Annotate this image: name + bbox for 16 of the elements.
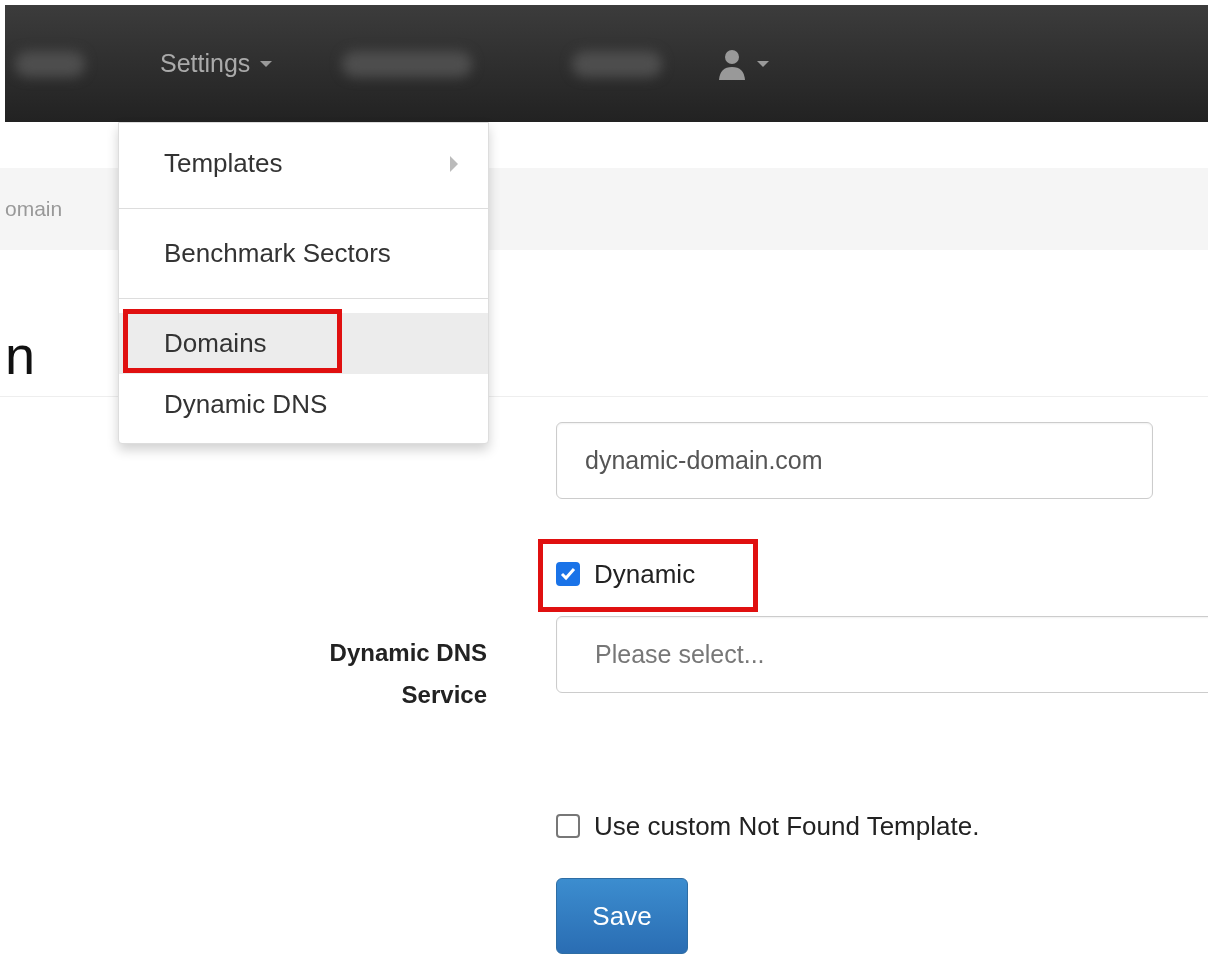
field-label: Dynamic DNS Service <box>328 638 487 710</box>
menu-item[interactable]: Benchmark Sectors <box>119 223 488 284</box>
user-icon <box>717 47 748 80</box>
domain-input[interactable]: dynamic-domain.com <box>556 422 1153 499</box>
caret-icon <box>260 60 273 67</box>
checkbox[interactable] <box>556 562 580 586</box>
settings-menu[interactable]: Settings <box>150 39 283 88</box>
menu-item[interactable]: Dynamic DNS <box>119 374 488 435</box>
checkbox-label[interactable]: Use custom Not Found Template. <box>594 810 980 842</box>
checkbox[interactable] <box>556 814 580 838</box>
save-button[interactable]: Save <box>556 878 688 954</box>
caret-icon <box>757 60 770 67</box>
checkbox-label[interactable]: Dynamic <box>594 558 696 590</box>
menu-item[interactable]: Templates <box>119 133 488 194</box>
select-field[interactable]: Please select... <box>556 616 1208 693</box>
page-heading: n <box>5 328 36 382</box>
